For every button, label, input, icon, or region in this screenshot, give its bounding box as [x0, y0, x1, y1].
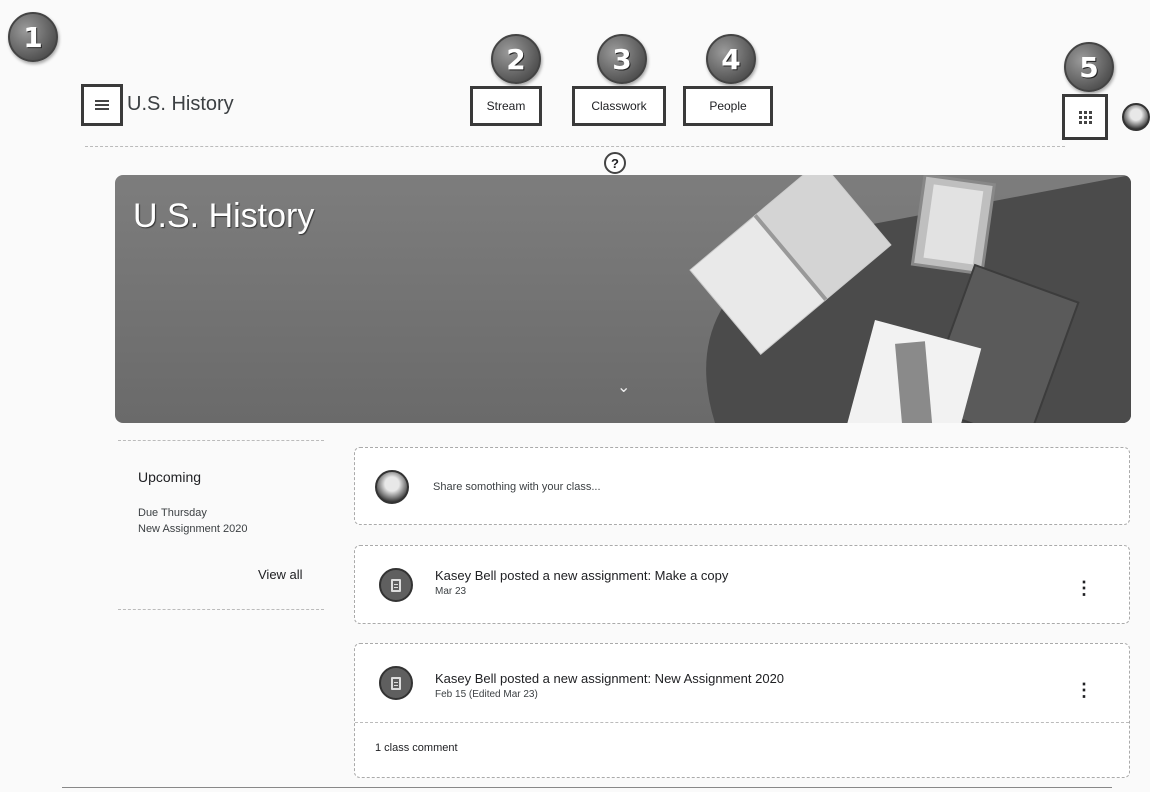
chevron-down-icon[interactable]: ⌄ — [617, 377, 630, 397]
assignment-icon-wrap — [379, 568, 413, 602]
more-vert-icon[interactable]: ⋮ — [1075, 579, 1093, 597]
menu-icon — [95, 100, 109, 110]
account-avatar[interactable] — [1122, 103, 1150, 131]
header-divider — [85, 146, 1065, 147]
post-date: Feb 15 (Edited Mar 23) — [435, 689, 538, 700]
share-box[interactable]: Share somothing with your class... — [354, 447, 1130, 525]
callout-2: 2 — [491, 34, 541, 84]
apps-grid-icon — [1078, 110, 1092, 124]
assignment-icon — [391, 578, 401, 592]
upcoming-card: Upcoming Due Thursday New Assignment 202… — [118, 440, 324, 610]
tab-people[interactable]: People — [683, 86, 773, 126]
upcoming-due-label: Due Thursday — [138, 507, 207, 519]
main-menu-button[interactable] — [81, 84, 123, 126]
share-input[interactable]: Share somothing with your class... — [433, 481, 601, 493]
tab-stream[interactable]: Stream — [470, 86, 542, 126]
post-title[interactable]: Kasey Bell posted a new assignment: Make… — [435, 568, 728, 583]
class-title[interactable]: U.S. History — [127, 93, 234, 116]
avatar — [375, 470, 409, 504]
stream-post[interactable]: Kasey Bell posted a new assignment: New … — [354, 643, 1130, 778]
class-comment-link[interactable]: 1 class comment — [375, 742, 458, 754]
banner-title: U.S. History — [133, 197, 315, 235]
callout-5: 5 — [1064, 42, 1114, 92]
assignment-icon-wrap — [379, 666, 413, 700]
comment-divider — [355, 722, 1129, 723]
post-title[interactable]: Kasey Bell posted a new assignment: New … — [435, 671, 784, 686]
callout-4: 4 — [706, 34, 756, 84]
upcoming-assignment-link[interactable]: New Assignment 2020 — [138, 523, 247, 535]
upcoming-title: Upcoming — [138, 469, 202, 485]
view-all-link[interactable]: View all — [258, 567, 303, 582]
post-date: Mar 23 — [435, 586, 467, 597]
page-bottom-divider — [62, 787, 1112, 788]
more-vert-icon[interactable]: ⋮ — [1075, 681, 1093, 699]
callout-3: 3 — [597, 34, 647, 84]
tab-classwork[interactable]: Classwork — [572, 86, 666, 126]
google-apps-button[interactable] — [1062, 94, 1108, 140]
class-banner: U.S. History ⌄ — [115, 175, 1131, 423]
help-icon[interactable]: ? — [604, 152, 626, 174]
stream-post[interactable]: Kasey Bell posted a new assignment: Make… — [354, 545, 1130, 624]
callout-1: 1 — [8, 12, 58, 62]
assignment-icon — [391, 676, 401, 690]
